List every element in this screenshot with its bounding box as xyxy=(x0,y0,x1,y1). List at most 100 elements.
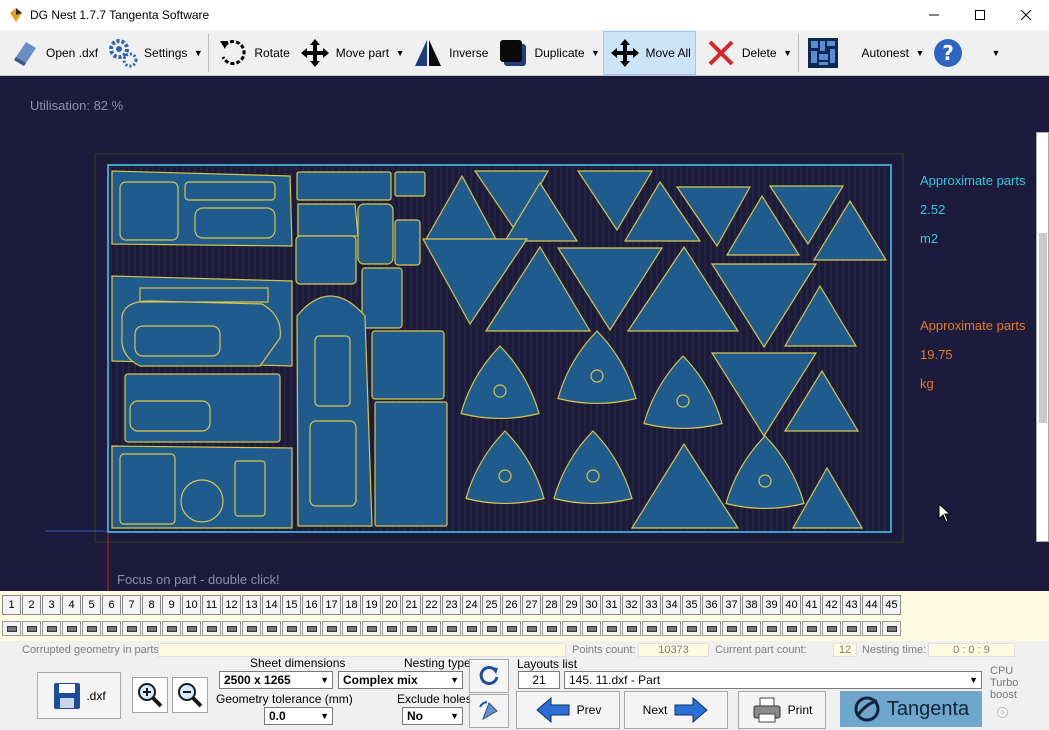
layout-save-icon[interactable] xyxy=(702,621,721,636)
layout-save-icon[interactable] xyxy=(182,621,201,636)
layout-tab[interactable]: 5 xyxy=(82,595,101,615)
settings-dropdown-arrow[interactable]: ▼ xyxy=(191,31,205,75)
open-dxf-button[interactable]: Open .dxf xyxy=(0,31,102,75)
duplicate-button[interactable]: Duplicate xyxy=(492,31,588,75)
layout-save-icon[interactable] xyxy=(302,621,321,636)
layout-tab[interactable]: 18 xyxy=(342,595,361,615)
layout-save-icon[interactable] xyxy=(242,621,261,636)
layout-tab[interactable]: 14 xyxy=(262,595,281,615)
layout-save-icon[interactable] xyxy=(622,621,641,636)
layout-tab[interactable]: 41 xyxy=(802,595,821,615)
layout-save-icon[interactable] xyxy=(122,621,141,636)
help-dropdown-arrow[interactable]: ▼ xyxy=(989,31,1003,75)
layout-save-icon[interactable] xyxy=(822,621,841,636)
layout-tab[interactable]: 38 xyxy=(742,595,761,615)
next-button[interactable]: Next xyxy=(624,691,728,729)
refresh-button[interactable] xyxy=(469,659,509,693)
layout-save-icon[interactable] xyxy=(82,621,101,636)
layout-save-icon[interactable] xyxy=(42,621,61,636)
layout-tab[interactable]: 25 xyxy=(482,595,501,615)
tangenta-logo-button[interactable]: Tangenta xyxy=(840,691,982,727)
layout-save-icon[interactable] xyxy=(342,621,361,636)
layout-tab[interactable]: 20 xyxy=(382,595,401,615)
part-panel[interactable] xyxy=(295,235,357,285)
zoom-out-button[interactable] xyxy=(172,677,208,713)
part-panel[interactable] xyxy=(296,171,392,201)
layout-tab[interactable]: 17 xyxy=(322,595,341,615)
layout-save-icon[interactable] xyxy=(222,621,241,636)
rotate-sheet-button[interactable] xyxy=(469,694,509,728)
layout-save-icon[interactable] xyxy=(602,621,621,636)
layout-save-icon[interactable] xyxy=(102,621,121,636)
layout-tab[interactable]: 15 xyxy=(282,595,301,615)
inverse-button[interactable]: Inverse xyxy=(407,31,492,75)
delete-button[interactable]: Delete xyxy=(700,31,781,75)
layout-save-icon[interactable] xyxy=(142,621,161,636)
rotate-button[interactable]: Rotate xyxy=(212,31,293,75)
layout-save-icon[interactable] xyxy=(742,621,761,636)
prev-button[interactable]: Prev xyxy=(516,691,620,729)
save-dxf-button[interactable]: .dxf xyxy=(37,672,121,719)
layout-save-icon[interactable] xyxy=(262,621,281,636)
layout-save-icon[interactable] xyxy=(282,621,301,636)
layout-tab[interactable]: 16 xyxy=(302,595,321,615)
autonest-dropdown-arrow[interactable]: ▼ xyxy=(913,31,927,75)
move-part-dropdown-arrow[interactable]: ▼ xyxy=(393,31,407,75)
layout-tab[interactable]: 45 xyxy=(882,595,901,615)
layout-save-icon[interactable] xyxy=(542,621,561,636)
layout-tab[interactable]: 30 xyxy=(582,595,601,615)
part-panel[interactable] xyxy=(371,330,445,400)
layout-save-icon[interactable] xyxy=(482,621,501,636)
maximize-button[interactable] xyxy=(957,0,1003,30)
layout-tab[interactable]: 33 xyxy=(642,595,661,615)
exclude-holes-select[interactable]: No ▼ xyxy=(402,707,463,725)
layout-save-icon[interactable] xyxy=(502,621,521,636)
layout-tab[interactable]: 28 xyxy=(542,595,561,615)
print-button[interactable]: Print xyxy=(738,691,826,729)
layout-save-icon[interactable] xyxy=(782,621,801,636)
layout-tab[interactable]: 8 xyxy=(142,595,161,615)
layout-tab[interactable]: 24 xyxy=(462,595,481,615)
layout-tab[interactable]: 2 xyxy=(22,595,41,615)
layout-save-icon[interactable] xyxy=(162,621,181,636)
duplicate-dropdown-arrow[interactable]: ▼ xyxy=(589,31,603,75)
sheet-dimensions-select[interactable]: 2500 x 1265 ▼ xyxy=(219,671,333,689)
layout-save-icon[interactable] xyxy=(62,621,81,636)
layout-tab[interactable]: 44 xyxy=(862,595,881,615)
layout-save-icon[interactable] xyxy=(722,621,741,636)
layout-save-icon[interactable] xyxy=(562,621,581,636)
layout-tab[interactable]: 1 xyxy=(2,595,21,615)
part-panel[interactable] xyxy=(361,267,403,329)
layout-save-icon[interactable] xyxy=(362,621,381,636)
layout-save-icon[interactable] xyxy=(582,621,601,636)
layout-save-icon[interactable] xyxy=(382,621,401,636)
layout-save-icon[interactable] xyxy=(662,621,681,636)
layout-save-icon[interactable] xyxy=(202,621,221,636)
minimize-button[interactable] xyxy=(911,0,957,30)
layout-tab[interactable]: 4 xyxy=(62,595,81,615)
layout-tab[interactable]: 12 xyxy=(222,595,241,615)
part-panel[interactable] xyxy=(394,171,426,197)
layout-tab[interactable]: 31 xyxy=(602,595,621,615)
layout-tab[interactable]: 35 xyxy=(682,595,701,615)
layout-save-icon[interactable] xyxy=(402,621,421,636)
layout-tab[interactable]: 34 xyxy=(662,595,681,615)
help-button[interactable]: ? xyxy=(927,31,973,75)
layout-save-icon[interactable] xyxy=(22,621,41,636)
layout-save-icon[interactable] xyxy=(322,621,341,636)
move-all-button[interactable]: Move All xyxy=(602,30,696,75)
zoom-in-button[interactable] xyxy=(132,677,168,713)
layout-tab[interactable]: 9 xyxy=(162,595,181,615)
settings-button[interactable]: Settings xyxy=(102,31,191,75)
layout-tab[interactable]: 10 xyxy=(182,595,201,615)
part-panel[interactable] xyxy=(394,219,421,266)
cpu-turbo-boost-radio[interactable] xyxy=(997,707,1008,718)
layout-save-icon[interactable] xyxy=(442,621,461,636)
layout-number-field[interactable]: 21 xyxy=(518,671,560,689)
layout-tab[interactable]: 21 xyxy=(402,595,421,615)
layout-save-icon[interactable] xyxy=(682,621,701,636)
layout-tab[interactable]: 29 xyxy=(562,595,581,615)
part-panel[interactable] xyxy=(297,203,359,237)
layouts-list-select[interactable]: 145. 11.dxf - Part ▼ xyxy=(564,671,982,689)
layout-tab[interactable]: 11 xyxy=(202,595,221,615)
